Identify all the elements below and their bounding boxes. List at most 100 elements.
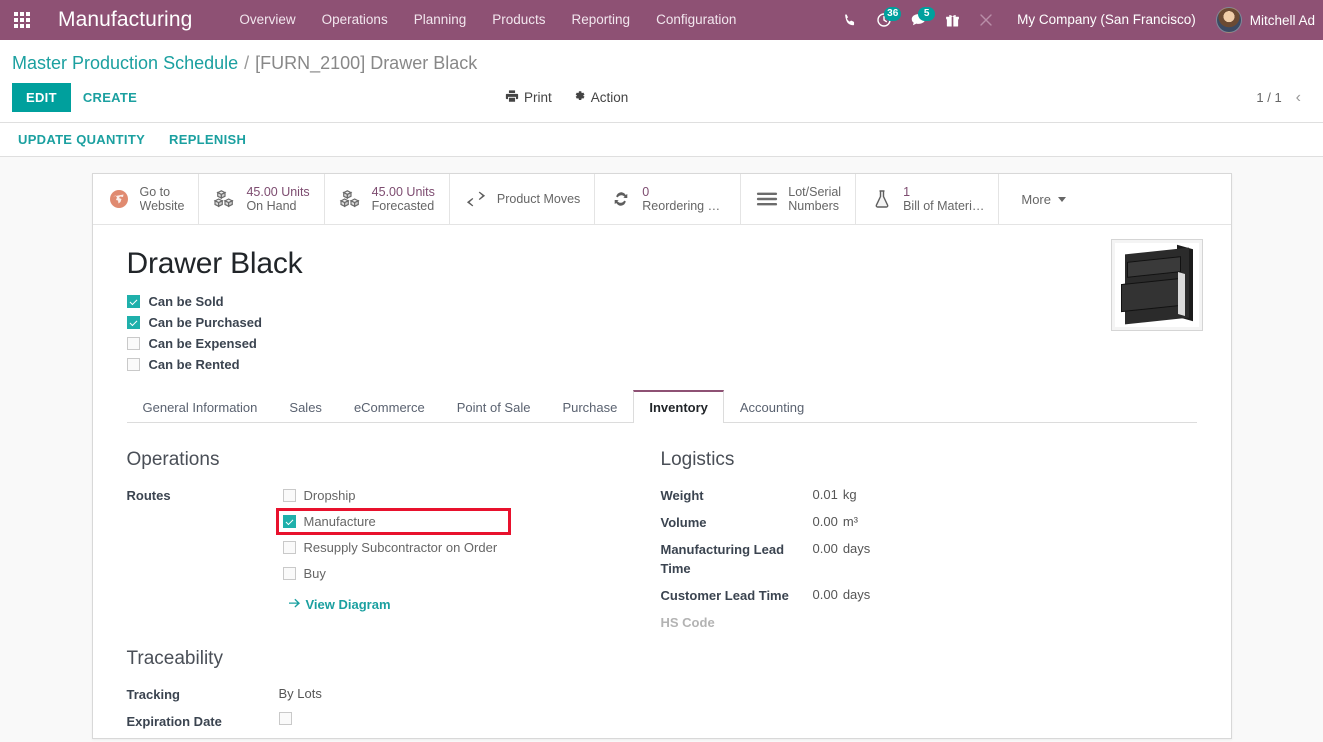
breadcrumb-current: [FURN_2100] Drawer Black	[255, 53, 478, 73]
can-be-rented-checkbox[interactable]	[126, 358, 140, 371]
view-diagram-link[interactable]: View Diagram	[288, 597, 508, 612]
traceability-group-title: Traceability	[126, 648, 223, 669]
messages-icon[interactable]: 5	[901, 0, 936, 40]
gift-icon[interactable]	[935, 0, 969, 40]
stat-text: 45.00 Units On Hand	[246, 185, 309, 213]
tab-point-of-sale[interactable]: Point of Sale	[441, 390, 547, 423]
stat-label: Forecasted	[371, 199, 435, 213]
tracking-label: Tracking	[126, 687, 180, 702]
tab-inventory[interactable]: Inventory	[633, 390, 724, 423]
route-buy[interactable]: Buy	[279, 563, 508, 584]
developer-tools-icon[interactable]	[969, 0, 1003, 40]
tracking-value[interactable]: By Lots	[279, 684, 322, 703]
notebook-tabs: General Information Sales eCommerce Poin…	[126, 390, 1197, 423]
inventory-right-column: Logistics Weight 0.01 kg Volume 0.00 m³	[661, 449, 1161, 738]
main-menu: Overview Operations Planning Products Re…	[226, 0, 749, 40]
route-manufacture[interactable]: Manufacture	[275, 508, 511, 535]
stat-button-lot-serial-numbers[interactable]: Lot/Serial Numbers	[741, 174, 857, 224]
action-button[interactable]: Action	[572, 89, 629, 106]
can-be-expensed-checkbox[interactable]	[126, 337, 140, 350]
menu-item-products[interactable]: Products	[479, 0, 558, 40]
edit-button[interactable]: EDIT	[12, 83, 71, 112]
stat-text: 45.00 Units Forecasted	[372, 185, 435, 213]
phone-icon[interactable]	[833, 0, 867, 40]
flag-can-be-sold[interactable]: Can be Sold	[126, 294, 1197, 309]
tab-accounting[interactable]: Accounting	[724, 390, 820, 423]
menu-item-configuration[interactable]: Configuration	[643, 0, 749, 40]
weight-value[interactable]: 0.01	[813, 487, 838, 502]
expiration-date-checkbox[interactable]	[278, 712, 292, 725]
breadcrumb-separator: /	[244, 53, 250, 73]
stat-label: On Hand	[246, 199, 297, 213]
route-resupply-subcontractor-on-order[interactable]: Resupply Subcontractor on Order	[279, 537, 508, 558]
control-panel-tools: Print Action	[505, 89, 628, 106]
tab-sales[interactable]: Sales	[273, 390, 338, 423]
create-button[interactable]: CREATE	[71, 83, 149, 112]
manufacturing-lead-time-value-wrap: 0.00 days	[813, 539, 871, 558]
avatar	[1215, 7, 1242, 33]
product-image[interactable]	[1110, 239, 1203, 331]
control-panel-actions: EDIT CREATE Print Action 1 / 1 ‹	[0, 83, 1323, 122]
replenish-button[interactable]: REPLENISH	[169, 132, 246, 147]
stat-label2: Website	[139, 199, 185, 213]
manufacturing-lead-time-value[interactable]: 0.00	[813, 541, 838, 556]
stat-button-more[interactable]: More	[999, 174, 1088, 224]
manufacturing-lead-time-field-row: Manufacturing Lead Time 0.00 days	[661, 539, 1161, 578]
volume-value[interactable]: 0.00	[813, 514, 838, 529]
apps-grid-icon[interactable]	[0, 0, 44, 40]
tab-ecommerce[interactable]: eCommerce	[338, 390, 441, 423]
stat-button-forecasted[interactable]: 45.00 Units Forecasted	[325, 174, 450, 224]
globe-icon	[107, 189, 131, 209]
menu-item-operations[interactable]: Operations	[309, 0, 401, 40]
route-manufacture-label: Manufacture	[303, 514, 376, 529]
stat-button-bill-of-materials[interactable]: 1 Bill of Materi…	[856, 174, 1000, 224]
menu-item-reporting[interactable]: Reporting	[559, 0, 644, 40]
print-button[interactable]: Print	[505, 89, 552, 106]
exchange-icon	[464, 190, 488, 208]
stat-label: Lot/Serial	[788, 185, 842, 199]
stat-value: 45.00 Units	[371, 185, 435, 199]
stat-button-on-hand[interactable]: 45.00 Units On Hand	[199, 174, 325, 224]
breadcrumb-parent-link[interactable]: Master Production Schedule	[12, 53, 238, 74]
menu-item-overview[interactable]: Overview	[226, 0, 308, 40]
activity-count-badge: 36	[884, 7, 902, 21]
product-form-sheet: Go to Website 45.00 Units On Hand 45.00 …	[91, 173, 1232, 739]
menu-item-planning[interactable]: Planning	[401, 0, 480, 40]
stat-label: Product Moves	[496, 192, 581, 206]
customer-lead-time-value[interactable]: 0.00	[813, 587, 838, 602]
stat-button-go-to-website[interactable]: Go to Website	[93, 174, 200, 224]
stat-more-label: More	[1021, 191, 1051, 207]
stat-button-reordering-rules[interactable]: 0 Reordering R…	[595, 174, 742, 224]
pager-previous-button[interactable]: ‹	[1296, 89, 1301, 106]
stat-text: Product Moves	[497, 192, 580, 206]
stat-text: 1 Bill of Materi…	[903, 185, 984, 213]
tab-purchase[interactable]: Purchase	[546, 390, 633, 423]
route-buy-label: Buy	[303, 566, 326, 581]
tab-general-information[interactable]: General Information	[127, 390, 274, 423]
user-menu[interactable]: Mitchell Ad	[1210, 7, 1323, 33]
activity-clock-icon[interactable]: 36	[867, 0, 902, 40]
printer-icon	[505, 89, 519, 106]
user-name-label: Mitchell Ad	[1249, 12, 1315, 28]
gear-icon	[572, 89, 586, 106]
route-dropship-checkbox[interactable]	[282, 489, 296, 502]
route-manufacture-checkbox[interactable]	[282, 515, 296, 528]
route-dropship[interactable]: Dropship	[279, 485, 508, 506]
can-be-sold-checkbox[interactable]	[126, 295, 140, 308]
print-label: Print	[524, 90, 552, 105]
flag-can-be-purchased[interactable]: Can be Purchased	[126, 315, 1197, 330]
can-be-purchased-checkbox[interactable]	[126, 316, 140, 329]
stat-value: 0	[642, 185, 650, 199]
route-resupply-subcontractor-checkbox[interactable]	[282, 541, 296, 554]
update-quantity-button[interactable]: UPDATE QUANTITY	[18, 132, 145, 147]
flag-can-be-expensed[interactable]: Can be Expensed	[126, 336, 1197, 351]
boxes-icon	[339, 189, 363, 209]
stat-button-product-moves[interactable]: Product Moves	[450, 174, 596, 224]
refresh-icon	[609, 189, 633, 209]
volume-value-wrap: 0.00 m³	[813, 512, 858, 531]
action-label: Action	[590, 90, 629, 105]
company-selector[interactable]: My Company (San Francisco)	[1003, 0, 1210, 40]
flag-can-be-rented[interactable]: Can be Rented	[126, 357, 1197, 372]
route-buy-checkbox[interactable]	[282, 567, 296, 580]
expiration-date-value	[278, 711, 292, 730]
